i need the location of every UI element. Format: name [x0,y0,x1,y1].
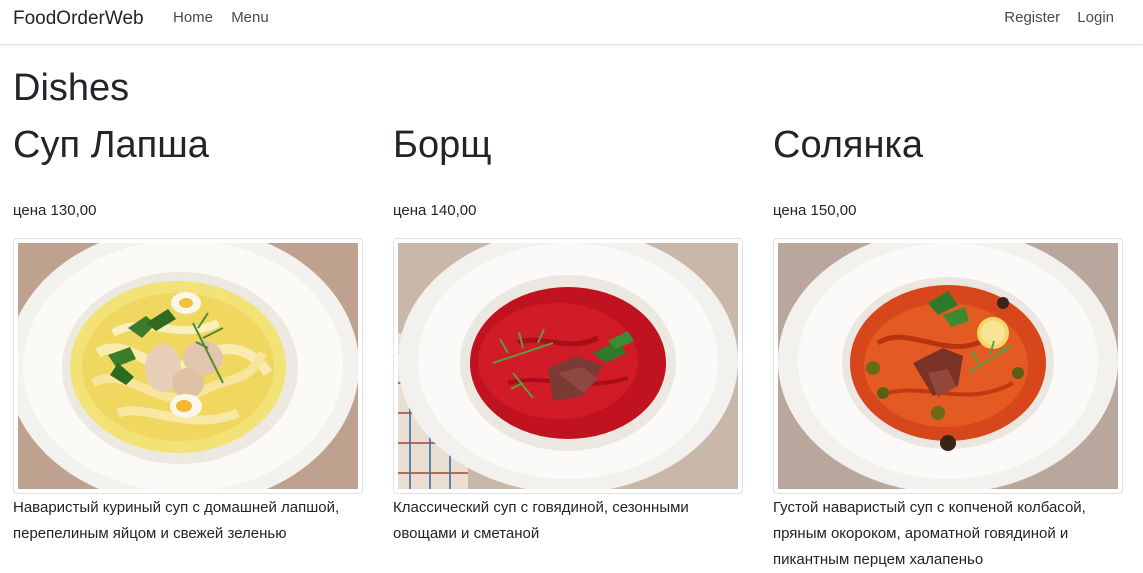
brand-link[interactable]: FoodOrderWeb [13,8,144,30]
dish-card: Борщ цена 140,00 Классический суп с говя… [393,120,745,547]
auth-links: Register Login [991,9,1114,26]
login-link[interactable]: Login [1077,9,1114,26]
dish-name: Суп Лапша [13,124,209,166]
dish-price: цена 130,00 [13,202,97,219]
dish-image [393,238,743,494]
dish-description: Наваристый куриный суп с домашней лапшой… [13,499,340,542]
page-title: Dishes [13,67,130,109]
nav-links: Home Menu [173,9,283,26]
nav-menu-link[interactable]: Menu [231,9,269,26]
nav-home-link[interactable]: Home [173,9,213,26]
noodle-soup-photo [18,243,358,489]
dish-image [13,238,363,494]
dish-price: цена 140,00 [393,202,477,219]
dish-image [773,238,1123,494]
dish-card: Солянка цена 150,00 Густой наваристый су… [773,120,1125,573]
dish-description: Густой наваристый суп с копченой колбасо… [773,499,1086,568]
dish-price: цена 150,00 [773,202,857,219]
dish-name: Борщ [393,124,492,166]
dish-card: Суп Лапша цена 130,00 Наваристый куриный… [13,120,365,547]
dish-description: Классический суп с говядиной, сезонными … [393,499,689,542]
register-link[interactable]: Register [1004,9,1060,26]
borscht-photo [398,243,738,489]
top-navbar: FoodOrderWeb Home Menu Register Login [0,0,1143,45]
solyanka-photo [778,243,1118,489]
dish-name: Солянка [773,124,924,166]
